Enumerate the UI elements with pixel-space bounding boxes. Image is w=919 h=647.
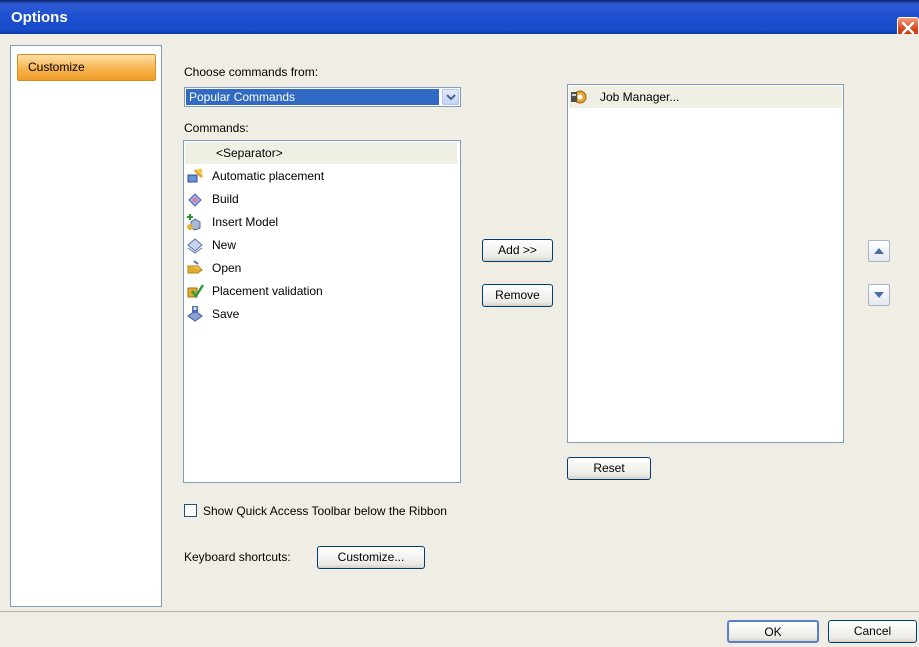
choose-commands-label: Choose commands from: — [184, 65, 319, 79]
commands-list[interactable]: <Separator> Automatic placement Build In… — [183, 140, 461, 483]
list-item-new[interactable]: New — [185, 234, 457, 256]
title-bar: Options — [0, 0, 919, 34]
list-item-label: Job Manager... — [600, 90, 680, 104]
quick-access-below-ribbon-checkbox[interactable] — [184, 504, 197, 517]
arrow-down-icon — [874, 292, 884, 298]
sidebar: Customize — [10, 45, 162, 607]
commands-source-value: Popular Commands — [186, 89, 439, 105]
list-item-label: Insert Model — [212, 215, 279, 229]
list-item-separator[interactable]: <Separator> — [185, 142, 457, 164]
move-up-button[interactable] — [868, 240, 890, 262]
sidebar-item-label: Customize — [28, 60, 85, 74]
insert-model-icon — [187, 214, 201, 231]
list-item-label: Save — [212, 307, 240, 321]
reset-button[interactable]: Reset — [567, 457, 651, 480]
list-item-label: Open — [212, 261, 242, 275]
list-item-open[interactable]: Open — [185, 257, 457, 279]
placement-validation-icon — [187, 284, 204, 299]
build-icon — [188, 193, 202, 207]
chevron-down-icon — [446, 94, 456, 101]
job-manager-icon — [571, 90, 587, 104]
list-item-label: <Separator> — [216, 146, 283, 160]
list-item-placement-validation[interactable]: Placement validation — [185, 280, 457, 302]
remove-button[interactable]: Remove — [482, 284, 553, 307]
sidebar-item-customize[interactable]: Customize — [17, 54, 156, 81]
commands-label: Commands: — [184, 121, 249, 135]
new-icon — [187, 238, 203, 254]
quick-access-below-ribbon-label: Show Quick Access Toolbar below the Ribb… — [203, 504, 447, 518]
close-icon — [901, 21, 915, 35]
automatic-placement-icon — [187, 168, 204, 183]
customize-shortcuts-button[interactable]: Customize... — [317, 546, 425, 569]
ok-button[interactable]: OK — [727, 620, 819, 643]
dropdown-button[interactable] — [442, 89, 459, 105]
cancel-button[interactable]: Cancel — [828, 620, 917, 643]
list-item-label: Build — [212, 192, 239, 206]
keyboard-shortcuts-label: Keyboard shortcuts: — [184, 550, 291, 564]
commands-source-dropdown[interactable]: Popular Commands — [184, 87, 461, 107]
add-button[interactable]: Add >> — [482, 239, 553, 262]
quick-access-list[interactable]: Job Manager... — [567, 84, 844, 443]
list-item-save[interactable]: Save — [185, 303, 457, 325]
move-down-button[interactable] — [868, 284, 890, 306]
open-icon — [186, 260, 204, 274]
list-item-automatic-placement[interactable]: Automatic placement — [185, 165, 457, 187]
list-item-label: Automatic placement — [212, 169, 325, 183]
list-item-insert-model[interactable]: Insert Model — [185, 211, 457, 233]
save-icon — [187, 306, 203, 322]
window-title: Options — [11, 9, 68, 26]
list-item-job-manager[interactable]: Job Manager... — [569, 86, 842, 108]
list-item-label: Placement validation — [212, 284, 323, 298]
list-item-label: New — [212, 238, 237, 252]
list-item-build[interactable]: Build — [185, 188, 457, 210]
arrow-up-icon — [874, 248, 884, 254]
